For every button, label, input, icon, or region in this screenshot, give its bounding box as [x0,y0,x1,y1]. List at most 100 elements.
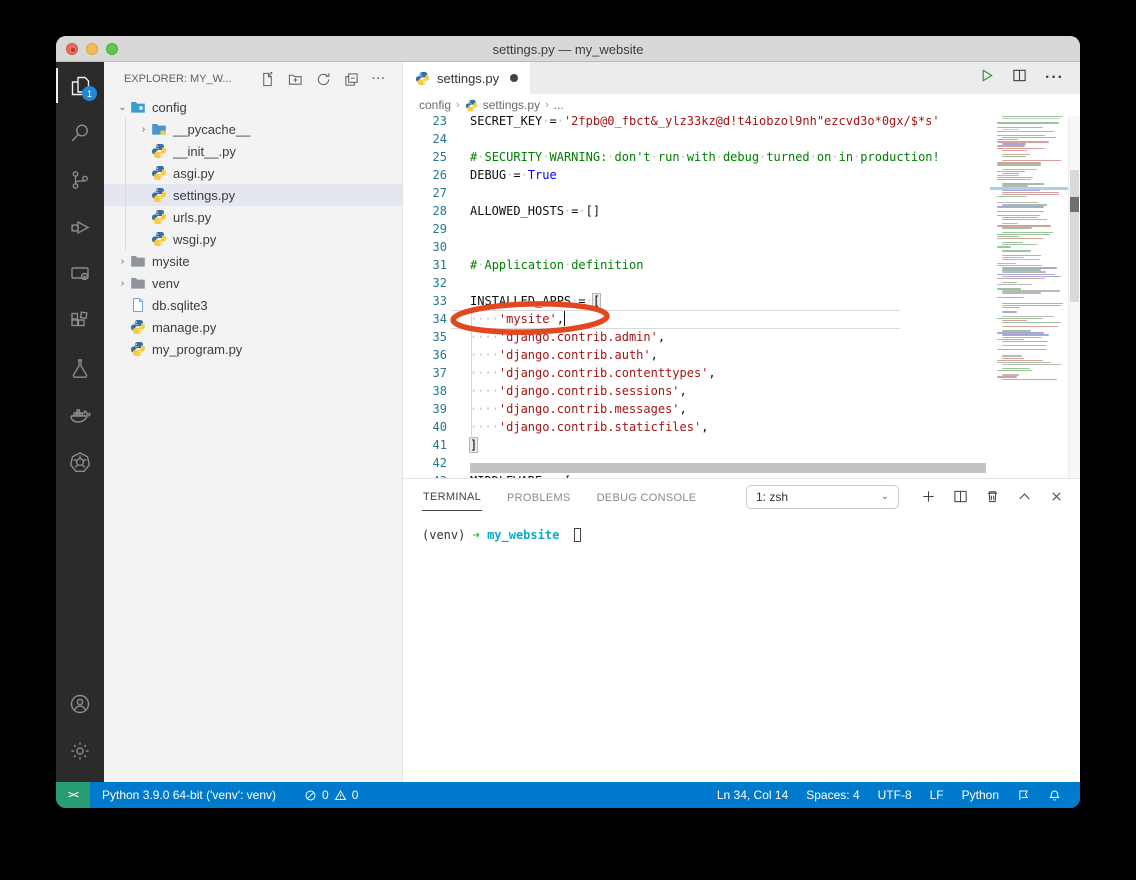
breadcrumb-item[interactable]: settings.py [483,98,540,112]
search-icon[interactable] [56,109,104,156]
minimap-line [1002,129,1019,130]
minimap-line [1002,271,1046,272]
horizontal-scrollbar-thumb[interactable] [470,463,986,473]
kill-terminal-icon[interactable] [985,489,1000,504]
code-line-27[interactable]: 27 [403,184,990,202]
cursor-position-status[interactable]: Ln 34, Col 14 [708,788,797,802]
tab-terminal[interactable]: TERMINAL [422,482,482,511]
tree-item--pycache-[interactable]: ›__pycache__ [104,118,402,140]
remote-indicator[interactable]: >< [56,782,90,808]
code-line-24[interactable]: 24 [403,130,990,148]
breadcrumb-item[interactable]: ... [554,98,564,112]
python-file-icon [415,71,430,86]
code-line-26[interactable]: 26DEBUG·=·True [403,166,990,184]
minimap[interactable] [990,116,1068,478]
code-line-23[interactable]: 23SECRET_KEY·=·'2fpb@0_fbct&_ylz33kz@d!t… [403,116,990,130]
line-content [447,184,470,202]
indentation-status[interactable]: Spaces: 4 [797,788,868,802]
panel-header: TERMINAL PROBLEMS DEBUG CONSOLE 1: zsh ⌄ [403,479,1080,514]
tab-problems[interactable]: PROBLEMS [506,483,572,511]
tree-item-urls-py[interactable]: urls.py [104,206,402,228]
test-icon[interactable] [56,344,104,391]
horizontal-scrollbar[interactable] [470,463,986,473]
docker-icon[interactable] [56,391,104,438]
collapse-folders-icon[interactable] [344,72,359,87]
tree-item-label: venv [152,276,179,291]
code-line-36[interactable]: 36····'django.contrib.auth', [403,346,990,364]
minimap-line [997,370,1032,371]
account-icon[interactable] [56,680,104,727]
line-content: DEBUG·=·True [447,166,557,184]
breadcrumb-item[interactable]: config [419,98,451,112]
code-line-37[interactable]: 37····'django.contrib.contenttypes', [403,364,990,382]
minimap-line [997,234,1050,235]
vertical-scrollbar-thumb[interactable] [1070,170,1079,302]
maximize-panel-icon[interactable] [1017,489,1032,504]
tree-item-config[interactable]: ⌄config [104,96,402,118]
eol-status[interactable]: LF [921,788,953,802]
new-terminal-icon[interactable] [921,489,936,504]
remote-explorer-icon[interactable] [56,250,104,297]
tree-item-settings-py[interactable]: settings.py [104,184,402,206]
problems-status[interactable]: 0 0 [295,782,367,808]
code-line-25[interactable]: 25#·SECURITY·WARNING:·don't·run·with·deb… [403,148,990,166]
python-interpreter-status[interactable]: Python 3.9.0 64-bit ('venv': venv) [90,782,285,808]
tree-item-mysite[interactable]: ›mysite [104,250,402,272]
extensions-icon[interactable] [56,297,104,344]
tree-item-db-sqlite3[interactable]: db.sqlite3 [104,294,402,316]
code-line-32[interactable]: 32 [403,274,990,292]
new-folder-icon[interactable] [288,72,303,87]
code-line-33[interactable]: 33INSTALLED_APPS·=·[ [403,292,990,310]
run-python-file-icon[interactable] [979,68,994,88]
tree-item-manage-py[interactable]: manage.py [104,316,402,338]
encoding-status[interactable]: UTF-8 [869,788,921,802]
vertical-scrollbar[interactable] [1068,116,1080,478]
tree-item-wsgi-py[interactable]: wsgi.py [104,228,402,250]
unsaved-changes-dot[interactable] [510,74,518,82]
code-line-35[interactable]: 35····'django.contrib.admin', [403,328,990,346]
code-line-38[interactable]: 38····'django.contrib.sessions', [403,382,990,400]
code-line-28[interactable]: 28ALLOWED_HOSTS·=·[] [403,202,990,220]
split-terminal-icon[interactable] [953,489,968,504]
line-number: 31 [403,256,447,274]
language-status[interactable]: Python [953,788,1008,802]
tree-item-my-program-py[interactable]: my_program.py [104,338,402,360]
line-content: INSTALLED_APPS·=·[ [447,292,600,310]
tree-item--init-py[interactable]: __init__.py [104,140,402,162]
chevron-down-icon[interactable]: ⌄ [115,102,130,113]
split-editor-icon[interactable] [1012,68,1027,88]
chevron-right-icon[interactable]: › [115,278,130,289]
line-content [447,238,470,256]
chevron-right-icon[interactable]: › [136,124,151,135]
refresh-icon[interactable] [316,72,331,87]
more-actions-icon[interactable]: ··· [372,73,386,85]
settings-gear-icon[interactable] [56,727,104,774]
code-line-40[interactable]: 40····'django.contrib.staticfiles', [403,418,990,436]
new-file-icon[interactable] [260,72,275,87]
tree-item-asgi-py[interactable]: asgi.py [104,162,402,184]
explorer-icon[interactable]: 1 [56,62,104,109]
terminal-shell-select[interactable]: 1: zsh ⌄ [746,485,899,509]
code-line-41[interactable]: 41] [403,436,990,454]
chevron-right-icon[interactable]: › [115,256,130,267]
close-panel-icon[interactable] [1049,489,1064,504]
code-line-29[interactable]: 29 [403,220,990,238]
line-content: ····'django.contrib.admin', [447,328,665,346]
tab-settings-py[interactable]: settings.py [403,62,530,94]
editor-more-actions-icon[interactable]: ··· [1045,69,1064,87]
feedback-icon[interactable] [1008,789,1039,802]
code-line-34[interactable]: 34····'mysite', [403,310,990,328]
tree-item-venv[interactable]: › venv [104,272,402,294]
code-line-31[interactable]: 31#·Application·definition [403,256,990,274]
terminal-output[interactable]: (venv) ➜ my_website [403,514,1080,542]
code-line-39[interactable]: 39····'django.contrib.messages', [403,400,990,418]
kubernetes-icon[interactable] [56,438,104,485]
notifications-bell-icon[interactable] [1039,789,1070,802]
run-debug-icon[interactable] [56,203,104,250]
code-line-30[interactable]: 30 [403,238,990,256]
explorer-title: EXPLORER: MY_W... [124,73,232,85]
source-control-icon[interactable] [56,156,104,203]
python-icon [151,165,167,181]
code-editor[interactable]: 23SECRET_KEY·=·'2fpb@0_fbct&_ylz33kz@d!t… [403,116,1080,478]
tab-debug-console[interactable]: DEBUG CONSOLE [596,483,698,511]
